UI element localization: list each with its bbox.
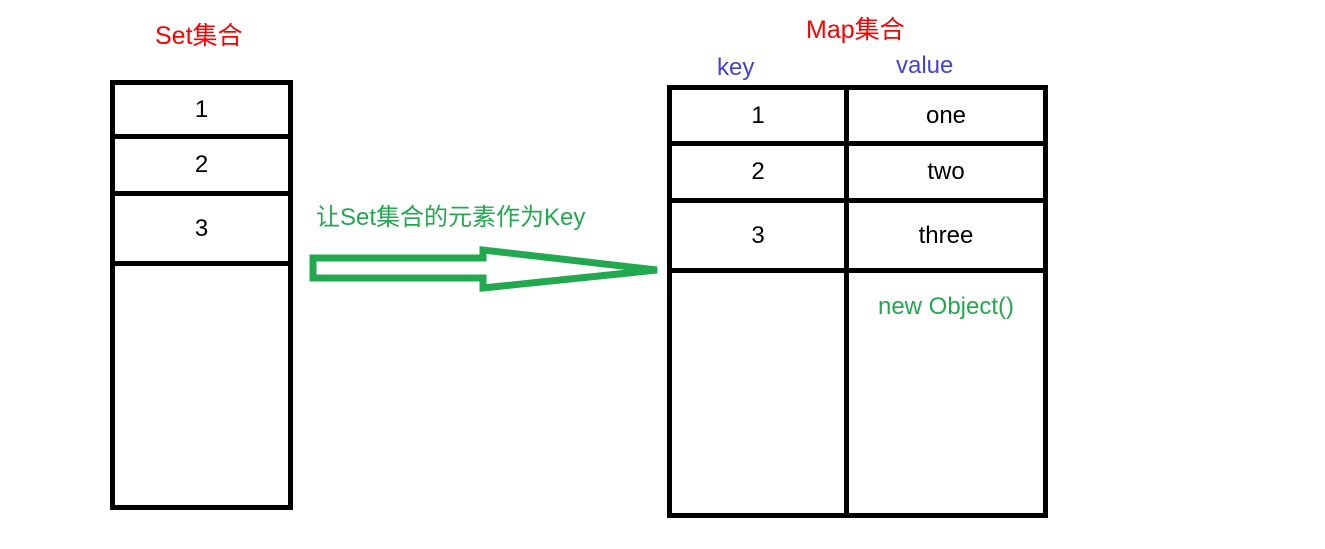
map-key-cell-empty <box>672 273 849 518</box>
set-table-row-empty <box>115 266 288 505</box>
map-key-cell: 2 <box>672 146 849 198</box>
map-value-cell-object: new Object() <box>877 293 1015 320</box>
set-table-row: 3 <box>115 196 288 266</box>
map-key-column-header: key <box>717 54 755 81</box>
set-cell-value: 1 <box>194 95 209 123</box>
set-table-row: 2 <box>115 139 288 196</box>
set-collection-table: 1 2 3 <box>110 80 293 510</box>
map-table-row: 1 one <box>672 90 1043 146</box>
map-value-column-header: value <box>896 52 954 79</box>
map-value-cell: three <box>918 221 974 249</box>
block-arrow-right-icon <box>309 246 658 292</box>
map-table-row: 3 three <box>672 203 1043 273</box>
set-cell-value: 3 <box>194 214 209 242</box>
map-panel-title: Map集合 <box>806 16 905 44</box>
set-panel-title: Set集合 <box>155 22 243 50</box>
map-key-cell: 1 <box>672 90 849 141</box>
set-table-row: 1 <box>115 85 288 139</box>
map-key-cell: 3 <box>672 203 849 268</box>
diagram-canvas: Set集合 1 2 3 让Set集合的元素作为Key Map集合 key val… <box>0 0 1325 549</box>
map-table-row: new Object() <box>672 273 1043 518</box>
map-value-cell: two <box>927 158 965 185</box>
set-cell-value: 2 <box>194 151 209 178</box>
map-collection-table: 1 one 2 two 3 three new Object() <box>667 85 1048 518</box>
arrow-annotation-label: 让Set集合的元素作为Key <box>316 204 586 231</box>
map-value-cell: one <box>925 101 967 129</box>
map-table-row: 2 two <box>672 146 1043 203</box>
